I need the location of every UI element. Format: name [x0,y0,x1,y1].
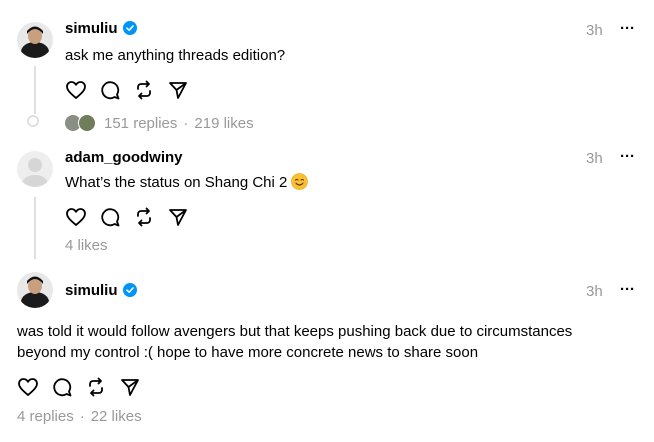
repost-icon[interactable] [134,80,154,100]
share-icon[interactable] [120,377,140,397]
verified-badge-icon [122,283,137,297]
username[interactable]: simuliu [65,20,118,37]
likes-count[interactable]: 22 likes [91,408,142,425]
repost-icon[interactable] [86,377,106,397]
post-text: was told it would follow avengers but th… [17,321,647,363]
reply-avatar [78,114,96,132]
comment-icon[interactable] [100,80,120,100]
reply-avatars [64,114,98,132]
heart-icon[interactable] [18,378,38,396]
post-time: 3h [586,283,603,300]
avatar-simuliu[interactable] [17,22,53,58]
comment-icon[interactable] [52,377,72,397]
share-icon[interactable] [168,207,188,227]
avatar-adam_goodwiny[interactable] [17,151,53,187]
thread-end-dot [27,115,39,127]
post-time: 3h [586,22,603,39]
post-meta: 151 replies · 219 likes [104,115,254,132]
thread-line [34,197,36,259]
verified-badge-icon [122,21,137,35]
post-header: adam_goodwiny [65,149,183,167]
post-text: ask me anything threads edition? [65,47,286,64]
post-actions [18,377,140,397]
heart-icon[interactable] [66,81,86,99]
post-header: simuliu [65,20,137,38]
meta-separator: · [79,408,85,425]
post-time: 3h [586,150,603,167]
post-meta: 4 likes [65,237,108,254]
replies-count[interactable]: 4 replies [17,408,74,425]
post-text-content: What’s the status on Shang Chi 2 [65,174,288,191]
post-actions [66,207,188,227]
share-icon[interactable] [168,80,188,100]
username[interactable]: simuliu [65,282,118,299]
replies-count[interactable]: 151 replies [104,115,177,132]
post-header: simuliu [65,282,137,300]
comment-icon[interactable] [100,207,120,227]
post-actions [66,80,188,100]
meta-separator: · [183,115,189,132]
username[interactable]: adam_goodwiny [65,149,183,166]
smiling-face-emoji [291,173,309,190]
post-text-line: was told it would follow avengers but th… [17,323,573,340]
thread-line [34,66,36,114]
heart-icon[interactable] [66,208,86,226]
more-icon[interactable]: ··· [620,148,635,165]
post-text: What’s the status on Shang Chi 2 [65,172,309,193]
post-text-line: beyond my control :( hope to have more c… [17,344,479,361]
likes-count[interactable]: 4 likes [65,237,108,254]
repost-icon[interactable] [134,207,154,227]
more-icon[interactable]: ··· [620,20,635,37]
post-meta: 4 replies · 22 likes [17,408,142,425]
avatar-simuliu[interactable] [17,272,53,308]
more-icon[interactable]: ··· [620,281,635,298]
likes-count[interactable]: 219 likes [194,115,253,132]
